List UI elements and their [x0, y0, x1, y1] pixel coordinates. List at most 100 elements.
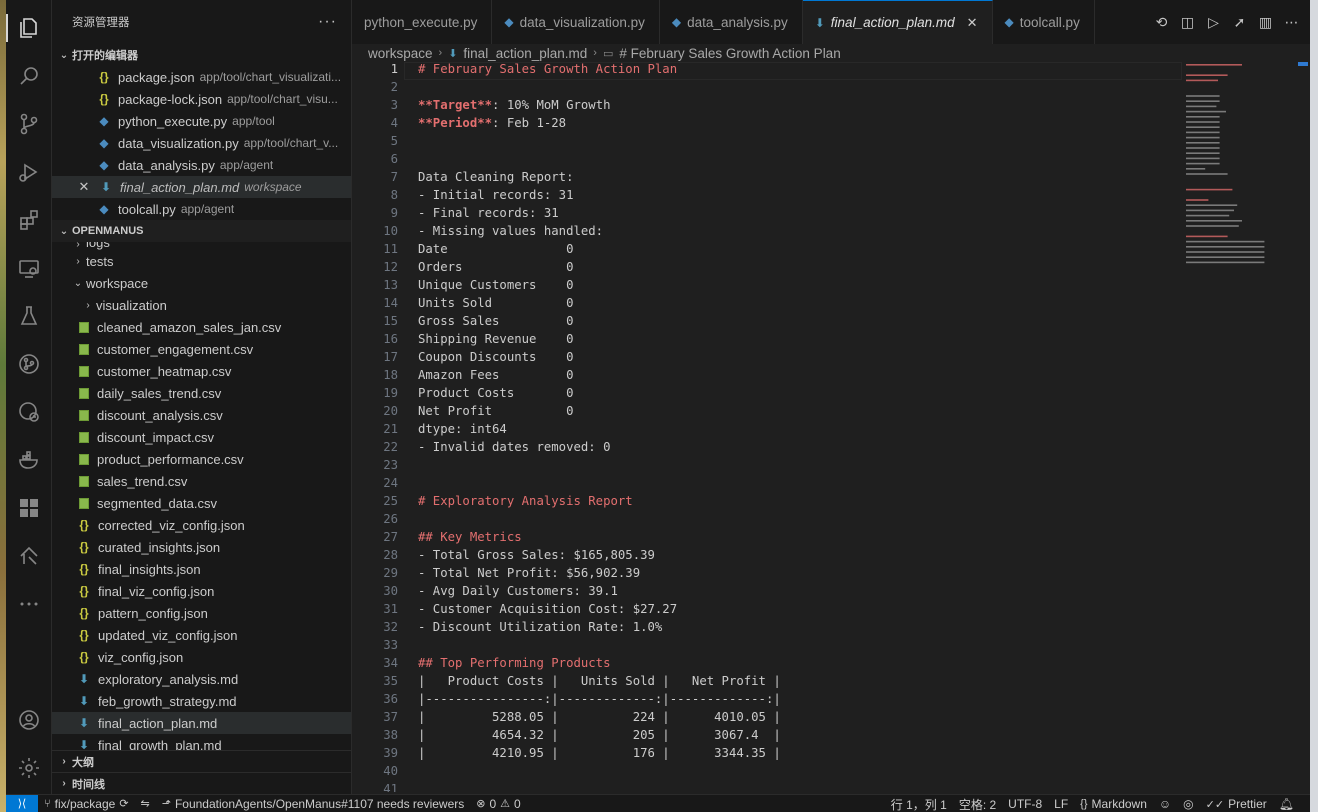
csv-file-icon: [79, 387, 89, 399]
tab-python-execute[interactable]: python_execute.py: [352, 0, 493, 44]
tab-data-visualization[interactable]: ◆ data_visualization.py: [492, 0, 660, 44]
chevron-down-icon: ⌄: [59, 225, 69, 237]
split-editor-icon[interactable]: ▥: [1257, 14, 1274, 31]
tree-file[interactable]: discount_impact.csv: [52, 426, 351, 448]
tree-file[interactable]: ⬇ final_growth_plan.md: [52, 734, 351, 751]
tree-folder-workspace[interactable]: ⌄ workspace: [52, 272, 351, 294]
remote-explorer-icon[interactable]: [6, 248, 52, 288]
docker-icon[interactable]: [6, 440, 52, 480]
prettier-status[interactable]: ✓✓ Prettier: [1206, 797, 1267, 811]
breadcrumb-folder[interactable]: workspace: [368, 46, 433, 61]
csv-file-icon: [79, 321, 89, 333]
outline-header[interactable]: › 大纲: [52, 750, 351, 772]
source-control-icon[interactable]: [6, 104, 52, 144]
notifications-bell-icon[interactable]: 🔔︎: [1279, 797, 1294, 811]
tab-final-action-plan[interactable]: ⬇ final_action_plan.md ✕: [802, 0, 993, 44]
pull-request-status[interactable]: ⬏ FoundationAgents/OpenManus#1107 needs r…: [162, 797, 465, 811]
line-number: 1: [390, 62, 398, 76]
tab-toolcall[interactable]: ◆ toolcall.py: [993, 0, 1095, 44]
git-graph-icon[interactable]: [6, 344, 52, 384]
open-editor-item[interactable]: {} package-lock.json app/tool/chart_visu..…: [52, 88, 351, 110]
more-actions-icon[interactable]: ⋯: [1283, 14, 1300, 31]
tree-file[interactable]: {} viz_config.json: [52, 646, 351, 668]
tree-folder-visualization[interactable]: › visualization: [52, 294, 351, 316]
open-editor-item[interactable]: ◆ python_execute.py app/tool: [52, 110, 351, 132]
remote-hammer-icon[interactable]: [6, 536, 52, 576]
vertical-scrollbar[interactable]: [1296, 62, 1310, 792]
live-share-icon[interactable]: ◎: [1183, 797, 1193, 811]
status-right: 行 1，列 1 空格: 2 UTF-8 LF {} Markdown ☺ ◎ ✓✓…: [885, 795, 1300, 812]
indentation[interactable]: 空格: 2: [959, 796, 996, 812]
project-header[interactable]: ⌄ OPENMANUS: [52, 220, 351, 242]
close-icon[interactable]: ✕: [76, 179, 92, 195]
json-file-icon: {}: [79, 650, 89, 664]
line-number: 35: [383, 674, 398, 688]
tree-file[interactable]: cleaned_amazon_sales_jan.csv: [52, 316, 351, 338]
deploy-rocket-icon[interactable]: ➚: [1231, 14, 1248, 31]
apps-grid-icon[interactable]: [6, 488, 52, 528]
tree-file[interactable]: discount_analysis.csv: [52, 404, 351, 426]
tree-file[interactable]: customer_heatmap.csv: [52, 360, 351, 382]
open-editor-item[interactable]: {} package.json app/tool/chart_visualizati…: [52, 66, 351, 88]
open-editor-item[interactable]: ◆ toolcall.py app/agent: [52, 198, 351, 220]
tree-file[interactable]: daily_sales_trend.csv: [52, 382, 351, 404]
account-icon[interactable]: [6, 700, 52, 740]
open-editor-item[interactable]: ◆ data_visualization.py app/tool/chart_v..…: [52, 132, 351, 154]
scrollbar-thumb[interactable]: [1298, 62, 1308, 66]
line-number: 9: [390, 206, 398, 220]
remote-indicator-icon[interactable]: ⟩⟨: [6, 794, 38, 812]
code-editor[interactable]: 1 # February Sales Growth Action Plan 2 3 **…: [352, 62, 1310, 792]
settings-gear-icon[interactable]: [6, 748, 52, 788]
more-icon[interactable]: [6, 584, 52, 624]
tree-file[interactable]: ⬇ feb_growth_strategy.md: [52, 690, 351, 712]
testing-icon[interactable]: [6, 296, 52, 336]
tree-file[interactable]: {} curated_insights.json: [52, 536, 351, 558]
problems-status[interactable]: ⊗ 0 ⚠ 0: [476, 797, 520, 811]
tree-file[interactable]: {} final_viz_config.json: [52, 580, 351, 602]
symbol-string-icon: ▭: [602, 47, 614, 60]
tab-data-analysis[interactable]: ◆ data_analysis.py: [660, 0, 803, 44]
extensions-icon[interactable]: [6, 200, 52, 240]
open-editor-item-active[interactable]: ✕ ⬇ final_action_plan.md workspace: [52, 176, 351, 198]
breadcrumb-file[interactable]: final_action_plan.md: [463, 46, 587, 61]
code-line: - Invalid dates removed: 0: [418, 440, 611, 454]
tree-file[interactable]: ⬇ exploratory_analysis.md: [52, 668, 351, 690]
open-editor-item[interactable]: ◆ data_analysis.py app/agent: [52, 154, 351, 176]
tree-file[interactable]: product_performance.csv: [52, 448, 351, 470]
cursor-position[interactable]: 行 1，列 1: [891, 796, 947, 812]
tree-folder-logs[interactable]: › logs: [52, 242, 351, 250]
tree-file[interactable]: segmented_data.csv: [52, 492, 351, 514]
copilot-status-icon[interactable]: ☺: [1159, 797, 1171, 811]
tree-file[interactable]: {} final_insights.json: [52, 558, 351, 580]
line-number: 19: [383, 386, 398, 400]
encoding[interactable]: UTF-8: [1008, 797, 1042, 811]
breadcrumb-symbol[interactable]: # February Sales Growth Action Plan: [619, 46, 840, 61]
tree-file[interactable]: {} updated_viz_config.json: [52, 624, 351, 646]
timeline-history-icon[interactable]: ⟲: [1153, 14, 1170, 31]
open-editors-header[interactable]: ⌄ 打开的编辑器: [52, 44, 351, 66]
run-debug-icon[interactable]: [6, 152, 52, 192]
timeline-header[interactable]: › 时间线: [52, 772, 351, 794]
minimap-line: [1186, 214, 1230, 217]
minimap-line: [1186, 157, 1220, 160]
code-line: - Total Net Profit: $56,902.39: [418, 566, 641, 580]
tree-file-selected[interactable]: ⬇ final_action_plan.md: [52, 712, 351, 734]
tree-file[interactable]: sales_trend.csv: [52, 470, 351, 492]
tree-file[interactable]: {} corrected_viz_config.json: [52, 514, 351, 536]
tree-file[interactable]: {} pattern_config.json: [52, 602, 351, 624]
tab-close-icon[interactable]: ✕: [967, 15, 978, 31]
language-mode[interactable]: {} Markdown: [1080, 797, 1147, 811]
explorer-more-icon[interactable]: ···: [318, 13, 337, 31]
github-actions-icon[interactable]: [6, 392, 52, 432]
explorer-icon[interactable]: [6, 8, 52, 48]
end-of-line[interactable]: LF: [1054, 797, 1068, 811]
branch-status[interactable]: ⑂ fix/package ⟳: [44, 797, 129, 811]
search-icon[interactable]: [6, 56, 52, 96]
run-icon[interactable]: ▷: [1205, 14, 1222, 31]
git-graph-status[interactable]: ⇋: [141, 797, 150, 810]
minimap[interactable]: [1182, 62, 1310, 282]
open-preview-icon[interactable]: ◫: [1179, 14, 1196, 31]
tree-folder-tests[interactable]: › tests: [52, 250, 351, 272]
tree-file[interactable]: customer_engagement.csv: [52, 338, 351, 360]
activity-bar: [6, 0, 52, 794]
